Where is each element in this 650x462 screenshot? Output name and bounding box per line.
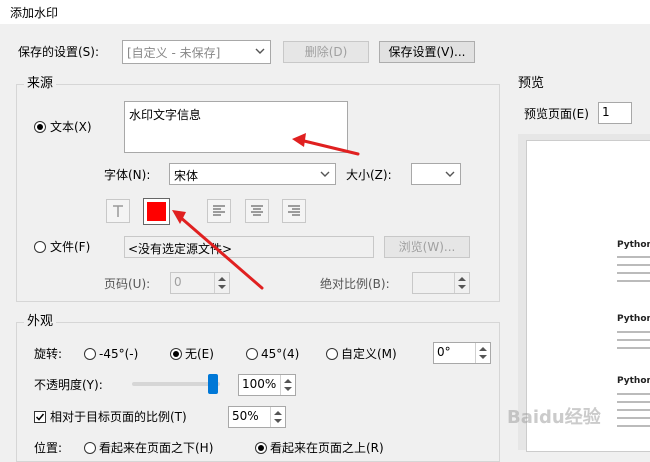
arrow-to-color-swatch [178,215,264,290]
annotation-arrows [172,133,360,290]
arrowhead-text-field [292,133,306,147]
arrow-to-text-field [298,138,360,156]
